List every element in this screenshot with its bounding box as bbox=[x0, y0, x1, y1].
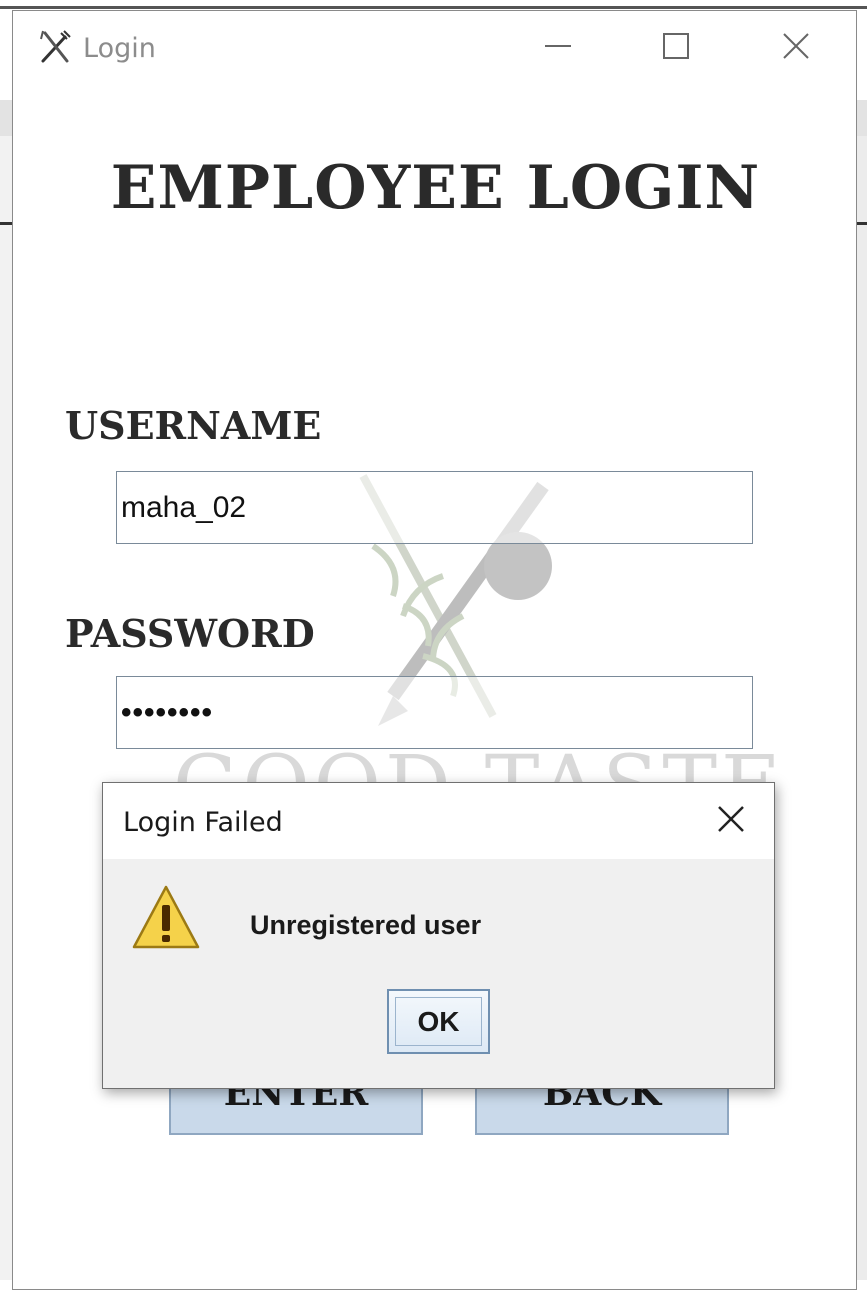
dialog-titlebar[interactable]: Login Failed bbox=[103, 783, 774, 859]
dialog-message: Unregistered user bbox=[250, 910, 482, 940]
background-app-left bbox=[0, 100, 12, 1280]
maximize-icon bbox=[661, 31, 691, 66]
close-icon bbox=[716, 804, 746, 839]
minimize-button[interactable] bbox=[528, 25, 588, 71]
username-label: USERNAME bbox=[65, 403, 322, 448]
warning-icon bbox=[131, 883, 201, 953]
close-button[interactable] bbox=[766, 25, 826, 71]
maximize-button[interactable] bbox=[646, 25, 706, 71]
minimize-icon bbox=[543, 31, 573, 66]
password-input[interactable]: •••••••• bbox=[116, 676, 753, 749]
page-title: EMPLOYEE LOGIN bbox=[110, 153, 761, 223]
fork-knife-icon bbox=[37, 29, 73, 65]
background-window-edge bbox=[0, 6, 867, 9]
login-window: Login EMPLOYEE LOGIN USERNAME maha_02 PA… bbox=[12, 10, 857, 1290]
window-titlebar[interactable]: Login bbox=[13, 11, 856, 87]
close-icon bbox=[781, 31, 811, 66]
login-failed-dialog: Login Failed Unregistered user OK bbox=[102, 782, 775, 1089]
background-app-right bbox=[856, 100, 867, 1280]
username-input[interactable]: maha_02 bbox=[116, 471, 753, 544]
password-label: PASSWORD bbox=[65, 611, 315, 656]
dialog-title: Login Failed bbox=[123, 807, 283, 838]
screen: Login EMPLOYEE LOGIN USERNAME maha_02 PA… bbox=[0, 0, 867, 1301]
dialog-close-button[interactable] bbox=[701, 795, 761, 847]
window-title: Login bbox=[83, 33, 156, 64]
ok-button[interactable]: OK bbox=[387, 989, 490, 1054]
